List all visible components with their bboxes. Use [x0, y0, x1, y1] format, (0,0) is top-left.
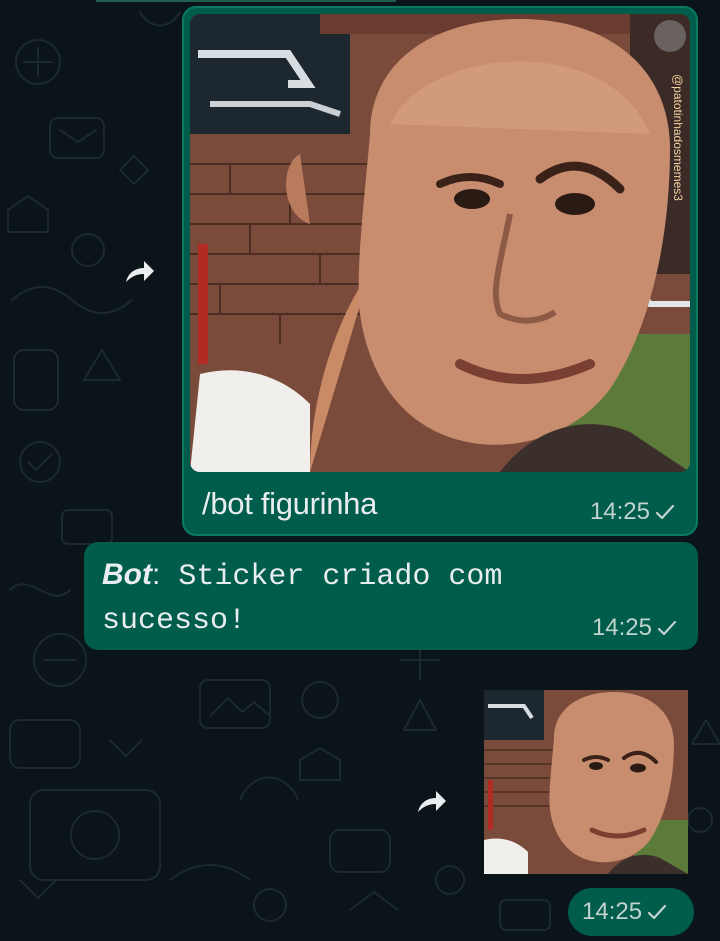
sticker-meta-pill: 14:25 [568, 888, 694, 936]
sticker-image[interactable] [484, 690, 688, 874]
message-time: 14:25 [589, 498, 650, 525]
image-thumbnail[interactable]: @patotinhadosmemes3 [190, 14, 690, 472]
forward-arrow-icon[interactable] [414, 786, 448, 816]
message-meta: 14:25 [590, 498, 676, 526]
image-watermark: @patotinhadosmemes3 [671, 74, 685, 201]
sender-name: Bot [102, 558, 152, 591]
message-time: 14:25 [582, 898, 643, 925]
previous-message-edge [96, 0, 396, 2]
message-meta: 14:25 [592, 614, 678, 642]
image-message-bubble[interactable]: @patotinhadosmemes3 /bot figurinha 14:25 [182, 6, 698, 536]
message-text: Bot: Sticker criado com sucesso! [102, 554, 582, 642]
image-caption: /bot figurinha [202, 486, 378, 521]
message-meta: 14:25 [582, 898, 668, 926]
text-message-bubble[interactable]: Bot: Sticker criado com sucesso! 14:25 [84, 542, 698, 650]
single-check-icon [657, 620, 677, 636]
single-check-icon [655, 504, 675, 520]
message-body: Sticker criado com sucesso! [102, 560, 503, 638]
single-check-icon [647, 904, 667, 920]
message-time: 14:25 [591, 614, 652, 641]
forward-arrow-icon[interactable] [122, 256, 156, 286]
